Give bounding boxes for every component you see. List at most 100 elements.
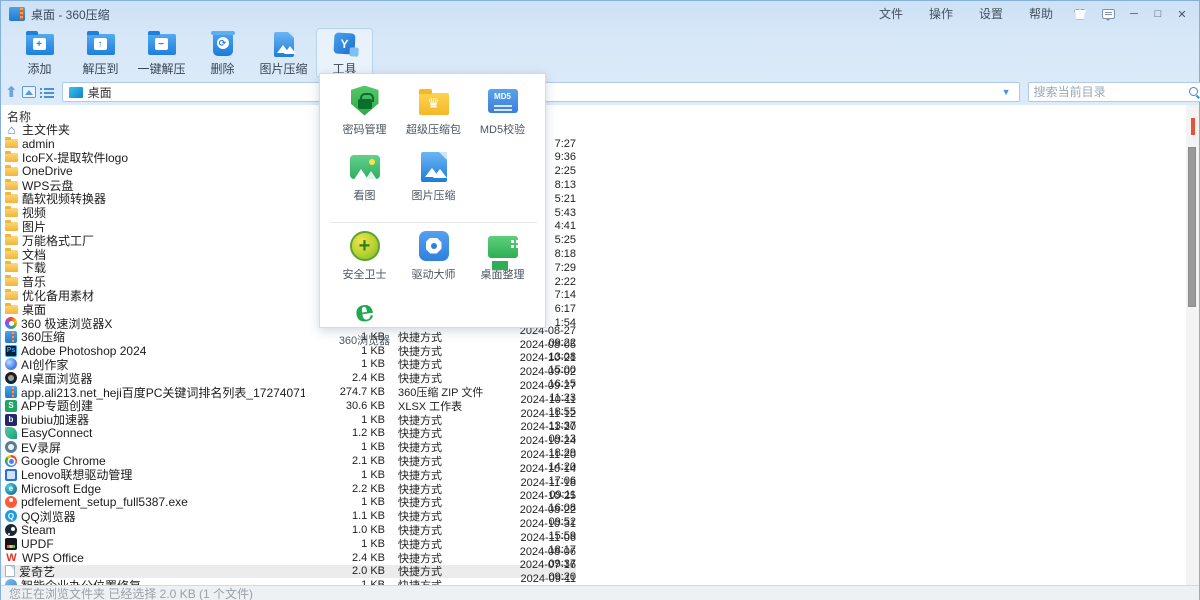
folder-file-icon <box>5 165 18 178</box>
folder-file-icon <box>5 275 18 288</box>
wps-file-icon: W <box>5 551 18 564</box>
toolbar-button-image-compress[interactable]: 图片压缩 <box>255 28 312 78</box>
window-chrome: 桌面 - 360压缩 文件操作设置帮助 ─ □ ✕ + 添加 ↑ 解压到 − 一键解压 删除… <box>1 1 1199 105</box>
toolbar-button-delete-trash[interactable]: 删除 <box>194 28 251 78</box>
tools-panel-item-desktop-organize[interactable]: 桌面整理 <box>468 229 537 291</box>
file-name-cell: eMicrosoft Edge <box>1 482 305 496</box>
safe-guard-icon <box>348 229 381 262</box>
aiwriter-file-icon <box>5 358 17 370</box>
tools-panel-item-super-zip[interactable]: ♛超级压缩包 <box>399 84 468 146</box>
file-size: 1.0 KB <box>305 524 385 536</box>
password-shield-icon <box>348 84 381 117</box>
tools-panel-item-label: 安全卫士 <box>343 266 387 282</box>
list-view-icon <box>40 86 54 98</box>
file-list-area: 名称 ⌂主文件夹admin7:27IcoFX-提取软件logo9:36OneDr… <box>1 105 1187 585</box>
minimize-button[interactable]: ─ <box>1123 4 1145 24</box>
toolbar-button-one-click-extract[interactable]: − 一键解压 <box>133 28 190 78</box>
folder-file-icon <box>5 220 18 233</box>
vertical-scrollbar[interactable] <box>1186 105 1199 585</box>
toolbar-button-extract-to[interactable]: ↑ 解压到 <box>72 28 129 78</box>
status-text: 您正在浏览文件夹 已经选择 2.0 KB (1 个文件) <box>1 585 253 600</box>
super-zip-icon: ♛ <box>417 84 450 117</box>
file-name: Steam <box>21 523 56 537</box>
menu-3[interactable]: 帮助 <box>1016 3 1066 25</box>
toolbar-button-label: 一键解压 <box>137 60 185 77</box>
tools-panel-item-driver-master[interactable]: 驱动大师 <box>399 229 468 291</box>
folder-file-icon <box>5 206 18 219</box>
up-arrow-icon: ⬆ <box>5 85 18 100</box>
menu-0[interactable]: 文件 <box>866 3 916 25</box>
search-box[interactable] <box>1028 82 1200 102</box>
tools-panel-item-label: 桌面整理 <box>481 266 525 282</box>
address-dropdown-caret[interactable]: ▼ <box>1002 87 1013 97</box>
file-date: 2024-09-11 10:22 <box>498 573 576 585</box>
tools-panel-item-image-compress-doc[interactable]: 图片压缩 <box>399 150 468 212</box>
tools-panel-item-safe-guard[interactable]: 安全卫士 <box>330 229 399 291</box>
file-size: 1 KB <box>305 469 385 481</box>
one-click-extract-icon: − <box>147 31 177 58</box>
image-viewer-icon <box>348 150 381 183</box>
doc-file-icon <box>5 565 15 577</box>
add-folder-icon: + <box>25 31 55 58</box>
theme-skin-button[interactable] <box>1068 5 1092 23</box>
tools-panel-item-label: MD5校验 <box>480 121 525 137</box>
extract-to-icon: ↑ <box>86 31 116 58</box>
search-icon[interactable] <box>1189 87 1200 98</box>
file-name-cell: Steam <box>1 523 305 537</box>
aibrowser-file-icon <box>5 372 17 384</box>
zip360-file-icon <box>5 331 17 343</box>
desktop-organize-icon <box>486 229 519 262</box>
close-button[interactable]: ✕ <box>1171 4 1193 24</box>
image-compress-doc-icon <box>417 150 450 183</box>
tools-panel-item-browser-360[interactable]: e360浏览器 <box>330 295 399 357</box>
toolbar-button-add-folder[interactable]: + 添加 <box>11 28 68 78</box>
app-logo-icon <box>9 7 25 21</box>
up-directory-button[interactable]: ⬆ <box>5 83 18 101</box>
folder-file-icon <box>5 179 18 192</box>
status-bar: 您正在浏览文件夹 已经选择 2.0 KB (1 个文件) <box>1 585 1199 600</box>
title-bar: 桌面 - 360压缩 文件操作设置帮助 ─ □ ✕ <box>1 1 1199 27</box>
shirt-icon <box>1074 9 1087 20</box>
maximize-button[interactable]: □ <box>1147 4 1169 24</box>
list-view-button[interactable] <box>40 83 54 101</box>
thumbnail-view-button[interactable] <box>22 83 36 101</box>
lenovo-file-icon <box>5 469 17 481</box>
toolbar-button-label: 添加 <box>27 60 51 77</box>
updf-file-icon <box>5 538 17 550</box>
tools-panel-item-md5-check[interactable]: MD5 MD5校验 <box>468 84 537 146</box>
thumbnail-view-icon <box>22 86 36 98</box>
md5-check-icon: MD5 <box>486 84 519 117</box>
tools-panel-item-password-shield[interactable]: 密码管理 <box>330 84 399 146</box>
scrollbar-thumb[interactable] <box>1188 147 1196 307</box>
easyconnect-file-icon <box>5 427 17 439</box>
feedback-button[interactable] <box>1096 5 1120 23</box>
tools-panel-item-label: 看图 <box>354 187 376 203</box>
file-size: 1 KB <box>305 538 385 550</box>
tools-panel-item-image-viewer[interactable]: 看图 <box>330 150 399 212</box>
feedback-bubble-icon <box>1102 9 1115 19</box>
search-input[interactable] <box>1034 85 1189 99</box>
360zip-window: { "window": { "title": "桌面 - 360压缩", "me… <box>0 0 1200 600</box>
file-size: 2.1 KB <box>305 455 385 467</box>
menu-1[interactable]: 操作 <box>916 3 966 25</box>
menu-bar: 文件操作设置帮助 <box>866 5 1066 23</box>
tools-dropdown-panel: 密码管理♛超级压缩包MD5MD5校验看图图片压缩安全卫士驱动大师桌面整理e360… <box>319 73 546 328</box>
menu-2[interactable]: 设置 <box>966 3 1016 25</box>
folder-file-icon <box>5 234 18 247</box>
file-size: 1 KB <box>305 441 385 453</box>
column-header-name[interactable]: 名称 <box>1 105 1187 123</box>
toolbar-button-label: 解压到 <box>82 60 118 77</box>
folder-file-icon <box>5 192 18 205</box>
ps-file-icon: Ps <box>5 345 17 357</box>
file-size: 1.2 KB <box>305 427 385 439</box>
toolbar-button-label: 删除 <box>210 60 234 77</box>
tools-panel-item-label: 360浏览器 <box>339 332 390 348</box>
file-size: 1 KB <box>305 496 385 508</box>
folder-file-icon <box>5 248 18 261</box>
file-size: 2.4 KB <box>305 372 385 384</box>
file-name: UPDF <box>21 537 54 551</box>
toolbar-button-label: 图片压缩 <box>259 60 307 77</box>
toolbar-button-tools-cube[interactable]: Y工具 <box>316 28 373 78</box>
file-size: 2.4 KB <box>305 552 385 564</box>
folder-file-icon <box>5 303 18 316</box>
